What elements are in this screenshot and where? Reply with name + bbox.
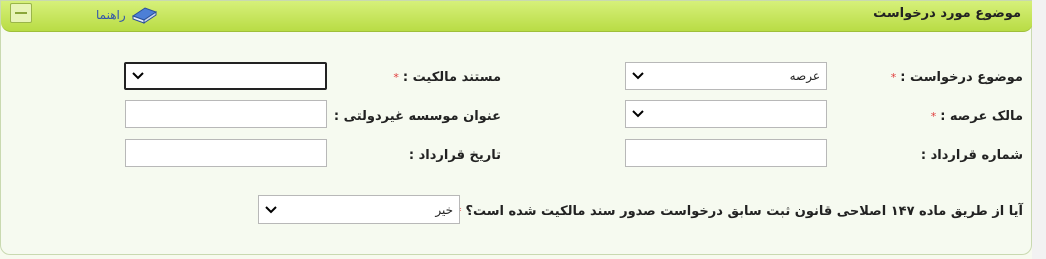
book-icon bbox=[130, 4, 158, 27]
article-147-label: آیا از طریق ماده ۱۴۷ اصلاحی قانون ثبت سا… bbox=[456, 204, 1023, 219]
chevron-down-icon bbox=[265, 205, 277, 213]
contract-date-input[interactable] bbox=[125, 139, 327, 167]
arsa-owner-label-text: مالک عرصه : bbox=[940, 109, 1023, 124]
subject-select[interactable]: عرصه bbox=[625, 62, 827, 90]
ownership-doc-label-text: مستند مالکیت : bbox=[402, 70, 501, 85]
request-subject-panel: موضوع مورد درخواست راهنما موضوع درخواست … bbox=[0, 0, 1033, 255]
required-mark: * bbox=[890, 71, 897, 84]
article-147-select[interactable]: خیر bbox=[258, 195, 460, 224]
ownership-doc-select[interactable] bbox=[124, 62, 327, 90]
arsa-owner-select[interactable] bbox=[625, 100, 827, 128]
arsa-owner-label: مالک عرصه :* bbox=[931, 109, 1023, 124]
panel-title: موضوع مورد درخواست bbox=[873, 6, 1021, 21]
scrollbar-strip[interactable] bbox=[1032, 0, 1046, 259]
panel-header: موضوع مورد درخواست راهنما bbox=[1, 1, 1033, 32]
contract-date-label: تاریخ قرارداد : bbox=[409, 148, 501, 163]
help-label: راهنما bbox=[96, 8, 126, 22]
article-147-label-text: آیا از طریق ماده ۱۴۷ اصلاحی قانون ثبت سا… bbox=[465, 204, 1023, 219]
subject-select-value: عرصه bbox=[789, 69, 820, 83]
ngo-title-input[interactable] bbox=[125, 100, 327, 128]
contract-number-input[interactable] bbox=[625, 139, 827, 167]
chevron-down-icon bbox=[632, 110, 644, 118]
subject-label-text: موضوع درخواست : bbox=[900, 70, 1023, 85]
subject-label: موضوع درخواست :* bbox=[891, 70, 1023, 85]
required-mark: * bbox=[930, 110, 937, 123]
chevron-down-icon bbox=[132, 72, 144, 80]
chevron-down-icon bbox=[632, 72, 644, 80]
required-mark: * bbox=[393, 71, 399, 84]
contract-number-label-text: شماره قرارداد : bbox=[920, 148, 1023, 163]
collapse-button[interactable] bbox=[10, 3, 32, 23]
ownership-doc-label: مستند مالکیت :* bbox=[393, 70, 501, 85]
contract-date-label-text: تاریخ قرارداد : bbox=[408, 148, 501, 163]
article-147-select-value: خیر bbox=[435, 202, 453, 217]
contract-number-label: شماره قرارداد : bbox=[921, 148, 1023, 163]
help-link[interactable]: راهنما bbox=[96, 5, 158, 25]
ngo-title-label: عنوان موسسه غیردولتی : bbox=[334, 109, 501, 124]
ngo-title-label-text: عنوان موسسه غیردولتی : bbox=[333, 109, 501, 124]
